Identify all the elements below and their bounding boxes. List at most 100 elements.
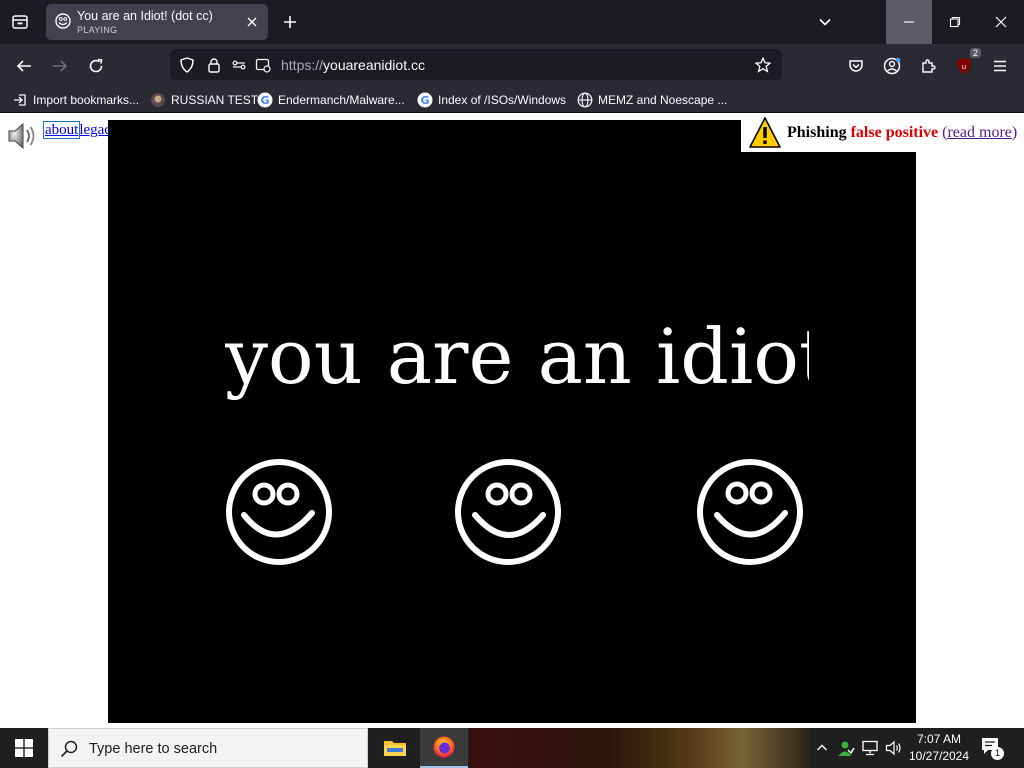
user-icon xyxy=(838,741,855,756)
url-text[interactable]: https://youareanidiot.cc xyxy=(281,57,425,73)
tab-list-button[interactable] xyxy=(8,10,32,34)
smiley-favicon-icon xyxy=(55,13,71,29)
globe-icon xyxy=(577,92,593,108)
bookmark-endermanch[interactable]: G Endermanch/Malware... xyxy=(257,90,405,110)
read-more-link[interactable]: (read more) xyxy=(942,124,1017,142)
notification-center-button[interactable]: 1 xyxy=(980,736,1006,760)
site-security-button[interactable] xyxy=(205,56,223,74)
pocket-button[interactable] xyxy=(842,52,870,80)
url-bar[interactable]: https://youareanidiot.cc xyxy=(170,49,782,80)
plus-icon xyxy=(284,16,296,28)
ublock-button[interactable]: u 2 xyxy=(950,48,981,80)
search-placeholder: Type here to search xyxy=(89,741,218,757)
speaker-icon[interactable] xyxy=(6,119,40,153)
ublock-badge: 2 xyxy=(969,48,981,58)
import-icon xyxy=(12,92,28,108)
site-favicon-icon xyxy=(150,92,166,108)
windows-logo-icon xyxy=(15,739,33,757)
back-button[interactable] xyxy=(10,52,38,80)
close-icon xyxy=(247,17,257,27)
windows-taskbar: Type here to search 7:07 AM 10/27/2024 1 xyxy=(0,728,1024,768)
media-autoplay-icon xyxy=(255,58,271,73)
account-icon xyxy=(883,57,901,75)
show-hidden-icons-button[interactable] xyxy=(812,738,832,758)
file-explorer-button[interactable] xyxy=(371,728,419,768)
smiley-face-icon xyxy=(455,459,561,565)
user-tray-button[interactable] xyxy=(836,738,856,758)
pocket-icon xyxy=(849,60,863,72)
volume-icon xyxy=(885,740,901,756)
forward-button[interactable] xyxy=(46,52,74,80)
animation-stage xyxy=(108,120,916,723)
bookmark-isos-windows[interactable]: G Index of /ISOs/Windows xyxy=(417,90,566,110)
extensions-button[interactable] xyxy=(914,52,942,80)
chevron-up-icon xyxy=(817,744,827,751)
ublock-shield-icon: u xyxy=(957,58,971,74)
tab-list-icon xyxy=(12,15,28,29)
autoplay-permission-button[interactable] xyxy=(254,56,272,74)
url-host: youareanidiot.cc xyxy=(323,57,425,73)
tab-playing-status: PLAYING xyxy=(77,25,118,35)
google-icon: G xyxy=(257,92,273,108)
about-link[interactable]: about xyxy=(42,121,81,139)
puzzle-icon xyxy=(922,59,936,73)
desktop-wallpaper-strip xyxy=(470,728,810,768)
firefox-taskbar-button[interactable] xyxy=(420,728,468,768)
phishing-notice: Phishing false positive (read more) xyxy=(741,113,1024,152)
lock-icon xyxy=(208,58,220,73)
web-page: aboutlegacy safe Phishing false positive… xyxy=(0,113,1024,728)
arrow-left-icon xyxy=(16,60,31,72)
clock-time: 7:07 AM xyxy=(916,732,962,746)
smiley-face-icon xyxy=(697,459,803,565)
new-tab-button[interactable] xyxy=(279,11,301,33)
tab-bar: You are an Idiot! (dot cc) PLAYING xyxy=(0,0,1024,44)
account-button[interactable] xyxy=(878,52,906,80)
chevron-down-icon xyxy=(819,18,831,26)
window-close-button[interactable] xyxy=(978,0,1024,44)
warning-icon xyxy=(749,116,781,148)
start-button[interactable] xyxy=(0,728,48,768)
restore-button[interactable] xyxy=(932,0,978,44)
minimize-button[interactable] xyxy=(886,0,932,44)
permissions-icon xyxy=(232,60,246,70)
shield-icon xyxy=(180,57,194,73)
bookmark-memz-noescape[interactable]: MEMZ and Noescape ... xyxy=(577,90,727,110)
reload-icon xyxy=(89,58,103,73)
hamburger-menu-icon xyxy=(994,60,1006,72)
taskbar-search-box[interactable]: Type here to search xyxy=(48,728,368,768)
reload-button[interactable] xyxy=(82,52,110,80)
svg-text:G: G xyxy=(420,94,429,107)
bookmark-label: MEMZ and Noescape ... xyxy=(598,93,728,107)
clock-date: 10/27/2024 xyxy=(908,749,970,763)
active-tab[interactable]: You are an Idiot! (dot cc) PLAYING xyxy=(46,4,268,40)
phishing-label: Phishing xyxy=(787,123,847,141)
bookmark-star-button[interactable] xyxy=(754,56,772,74)
tracking-protection-button[interactable] xyxy=(178,56,196,74)
app-menu-button[interactable] xyxy=(986,52,1014,80)
permissions-button[interactable] xyxy=(232,56,250,74)
bookmarks-toolbar: Import bookmarks... RUSSIAN TEST G Ender… xyxy=(0,86,1024,113)
close-icon xyxy=(995,16,1007,28)
taskbar-clock[interactable]: 7:07 AM 10/27/2024 xyxy=(906,731,972,765)
tab-close-button[interactable] xyxy=(244,14,260,30)
bookmark-label: Import bookmarks... xyxy=(33,93,140,107)
arrow-right-icon xyxy=(53,60,68,72)
bookmark-label: RUSSIAN TEST xyxy=(171,93,259,107)
search-icon xyxy=(60,740,78,758)
url-scheme: https:// xyxy=(281,57,324,73)
minimize-icon xyxy=(904,21,914,23)
network-tray-button[interactable] xyxy=(860,738,880,758)
svg-text:u: u xyxy=(962,63,966,71)
bookmark-label: Index of /ISOs/Windows xyxy=(438,93,567,107)
notification-count: 1 xyxy=(991,747,1004,760)
false-positive-label: false positive xyxy=(850,123,939,141)
volume-tray-button[interactable] xyxy=(884,738,904,758)
headline-text: you are an idiot xyxy=(225,312,809,401)
bookmark-label: Endermanch/Malware... xyxy=(278,93,405,107)
bookmark-import[interactable]: Import bookmarks... xyxy=(12,90,139,110)
list-all-tabs-button[interactable] xyxy=(814,11,836,33)
bookmark-russian-test[interactable]: RUSSIAN TEST xyxy=(150,90,258,110)
google-icon: G xyxy=(417,92,433,108)
svg-text:G: G xyxy=(260,94,269,107)
smiley-face-icon xyxy=(226,459,332,565)
